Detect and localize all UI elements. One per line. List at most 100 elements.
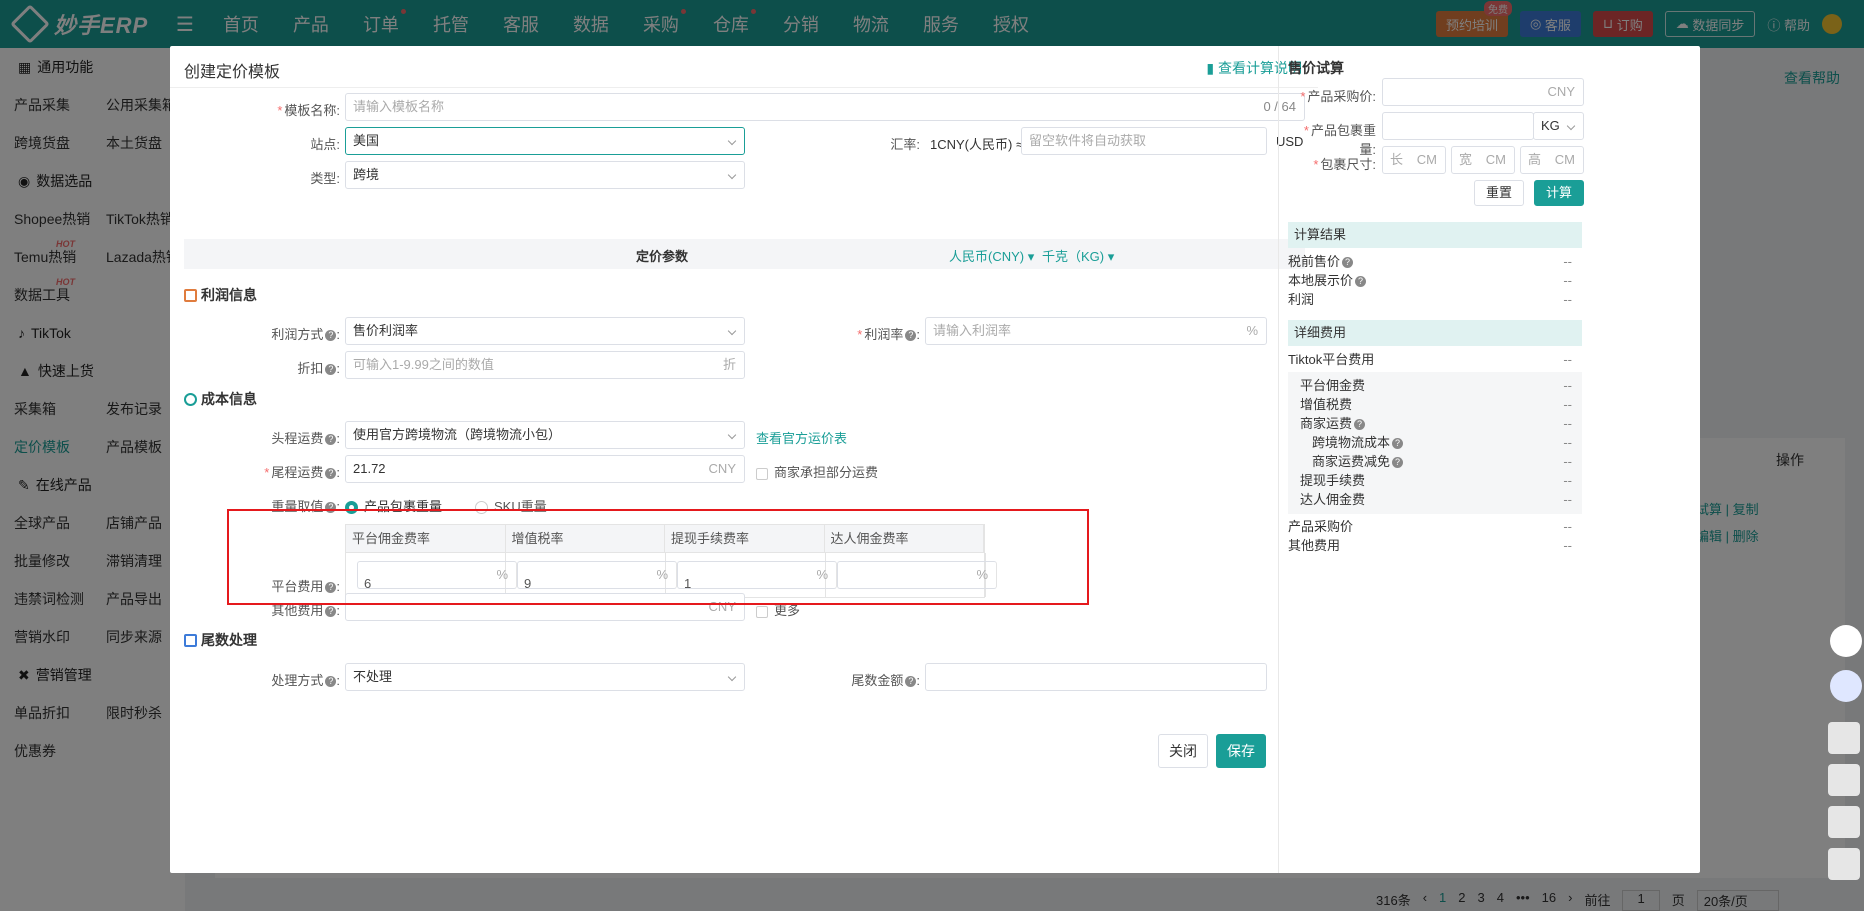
close-button[interactable]: 关闭 — [1158, 734, 1208, 768]
save-button[interactable]: 保存 — [1216, 734, 1266, 768]
currency-dropdown[interactable]: 人民币(CNY) ▾ — [949, 246, 1034, 265]
row-label: 其他费用 — [1288, 538, 1341, 553]
row-label: 提现手续费 — [1300, 473, 1366, 488]
help-icon[interactable]: ? — [325, 468, 337, 480]
tail-freight-input[interactable]: 21.72 CNY — [345, 455, 745, 483]
tail-method-select[interactable]: 不处理 — [345, 663, 745, 691]
merchant-freight-checkbox[interactable]: 商家承担部分运费 — [756, 462, 878, 481]
profit-rate-input[interactable]: 请输入利润率% — [925, 317, 1267, 345]
section-title: 尾数处理 — [201, 632, 257, 648]
discount-input[interactable]: 可输入1-9.99之间的数值 折 — [345, 351, 745, 379]
help-icon[interactable]: ? — [1342, 257, 1354, 269]
refresh-icon[interactable] — [1828, 806, 1860, 838]
package-weight-input[interactable] — [1382, 112, 1534, 140]
fee-row: 达人佣金费 -- — [1288, 489, 1582, 511]
other-fee-row: 其他费用 -- — [1288, 535, 1582, 557]
divider — [1278, 46, 1279, 873]
head-freight-select[interactable]: 使用官方跨境物流（跨境物流小包） — [345, 421, 745, 449]
row-label: 产品采购价 — [1288, 519, 1354, 534]
type-select[interactable]: 跨境 — [345, 161, 745, 189]
trial-panel: 售价试算 * 产品采购价: CNY * 产品包裹重量: KG * 包裹尺寸: 长 CM … — [1288, 46, 1650, 873]
tail-freight-label: * 尾程运费?: — [264, 465, 340, 480]
tiktok-fee-row: Tiktok平台费用 -- — [1288, 349, 1582, 371]
profit-method-label: 利润方式?: — [271, 327, 340, 342]
result-header: 计算结果 — [1288, 222, 1582, 248]
help-icon[interactable]: ? — [325, 434, 337, 446]
package-weight-label: * 产品包裹重量: — [1303, 123, 1376, 157]
help-icon[interactable]: ? — [1392, 438, 1404, 450]
unit: CM — [1416, 152, 1437, 167]
tail-amount-label: 尾数金额?: — [851, 673, 920, 688]
help-icon[interactable]: ? — [325, 364, 337, 376]
rate-input[interactable]: 留空软件将自动获取 — [1021, 127, 1267, 155]
pricing-template-dialog: 创建定价模板 ▮ 查看计算说明 * 模板名称: 请输入模板名称 0 / 64 站点:… — [170, 46, 1700, 873]
width-input[interactable]: 宽 CM — [1451, 146, 1515, 174]
bookmark-icon[interactable] — [1828, 764, 1860, 796]
detail-header: 详细费用 — [1288, 320, 1582, 346]
section-title: 利润信息 — [201, 287, 257, 303]
label-text: 折扣 — [297, 361, 324, 376]
screenshot-icon[interactable] — [1830, 670, 1862, 702]
profit-icon — [184, 288, 197, 302]
label-text: 产品包裹重量: — [1310, 123, 1376, 157]
package-size-label: * 包裹尺寸: — [1313, 157, 1376, 172]
help-icon[interactable]: ? — [1355, 276, 1367, 288]
weight-unit-value: KG — [1541, 118, 1560, 133]
label-text: 尾数金额 — [851, 673, 904, 688]
placeholder: 可输入1-9.99之间的数值 — [353, 357, 494, 372]
tail-method-value: 不处理 — [353, 669, 393, 684]
unit: % — [1246, 323, 1258, 338]
phone-icon[interactable] — [1828, 722, 1860, 754]
length-input[interactable]: 长 CM — [1382, 146, 1446, 174]
row-label: 增值税费 — [1300, 397, 1353, 412]
chevron-down-icon — [727, 430, 737, 440]
reset-button[interactable]: 重置 — [1474, 180, 1524, 206]
help-icon[interactable]: ? — [325, 606, 337, 618]
official-rate-link[interactable]: 查看官方运价表 — [756, 428, 847, 447]
label-text: 利润方式 — [271, 327, 324, 342]
help-icon[interactable]: ? — [1354, 419, 1366, 431]
chevron-down-icon — [727, 672, 737, 682]
row-value: -- — [1563, 492, 1572, 507]
weight-unit-select[interactable]: KG — [1533, 112, 1584, 140]
template-name-input[interactable]: 请输入模板名称 0 / 64 — [345, 93, 1305, 121]
tail-freight-value: 21.72 — [353, 461, 386, 476]
row-value: -- — [1563, 292, 1572, 307]
help-icon[interactable]: ? — [325, 330, 337, 342]
unit: CNY — [708, 461, 736, 476]
label-text: 尾程运费 — [271, 465, 324, 480]
placeholder: 宽 — [1459, 152, 1473, 167]
checkbox-label: 商家承担部分运费 — [774, 465, 879, 480]
highlight-box — [227, 509, 1089, 605]
chevron-down-icon — [727, 170, 737, 180]
label-text: 其他费用 — [271, 603, 324, 618]
placeholder: 留空软件将自动获取 — [1029, 133, 1147, 148]
currency-label: 人民币(CNY) — [949, 249, 1025, 264]
purchase-price-input[interactable]: CNY — [1382, 78, 1584, 106]
calc-button[interactable]: 计算 — [1534, 180, 1584, 206]
tail-amount-input[interactable] — [925, 663, 1267, 691]
site-value: 美国 — [353, 133, 380, 148]
type-label: 类型: — [310, 171, 340, 186]
help-icon[interactable]: ? — [905, 676, 917, 688]
back-to-top-icon[interactable] — [1828, 848, 1860, 880]
row-label: 跨境物流成本 — [1312, 435, 1391, 450]
site-select[interactable]: 美国 — [345, 127, 745, 155]
help-icon[interactable]: ? — [1392, 457, 1404, 469]
label-text: 处理方式 — [271, 673, 324, 688]
cost-section: 成本信息 — [184, 389, 257, 409]
height-input[interactable]: 高 CM — [1520, 146, 1584, 174]
weight-unit-label: 千克（KG) — [1042, 249, 1105, 264]
help-icon[interactable]: ? — [905, 330, 917, 342]
profit-rate-label: * 利润率?: — [857, 327, 920, 342]
discount-label: 折扣?: — [297, 361, 340, 376]
template-name-label: * 模板名称: — [277, 103, 340, 118]
profit-method-select[interactable]: 售价利润率 — [345, 317, 745, 345]
weight-unit-dropdown[interactable]: 千克（KG) ▾ — [1042, 246, 1114, 265]
checkbox-icon — [756, 467, 768, 480]
translate-icon[interactable] — [1830, 625, 1862, 657]
dialog-title: 创建定价模板 — [184, 64, 281, 81]
help-icon[interactable]: ? — [325, 676, 337, 688]
row-label: 本地展示价 — [1288, 273, 1354, 288]
label-text: 模板名称: — [284, 103, 340, 118]
